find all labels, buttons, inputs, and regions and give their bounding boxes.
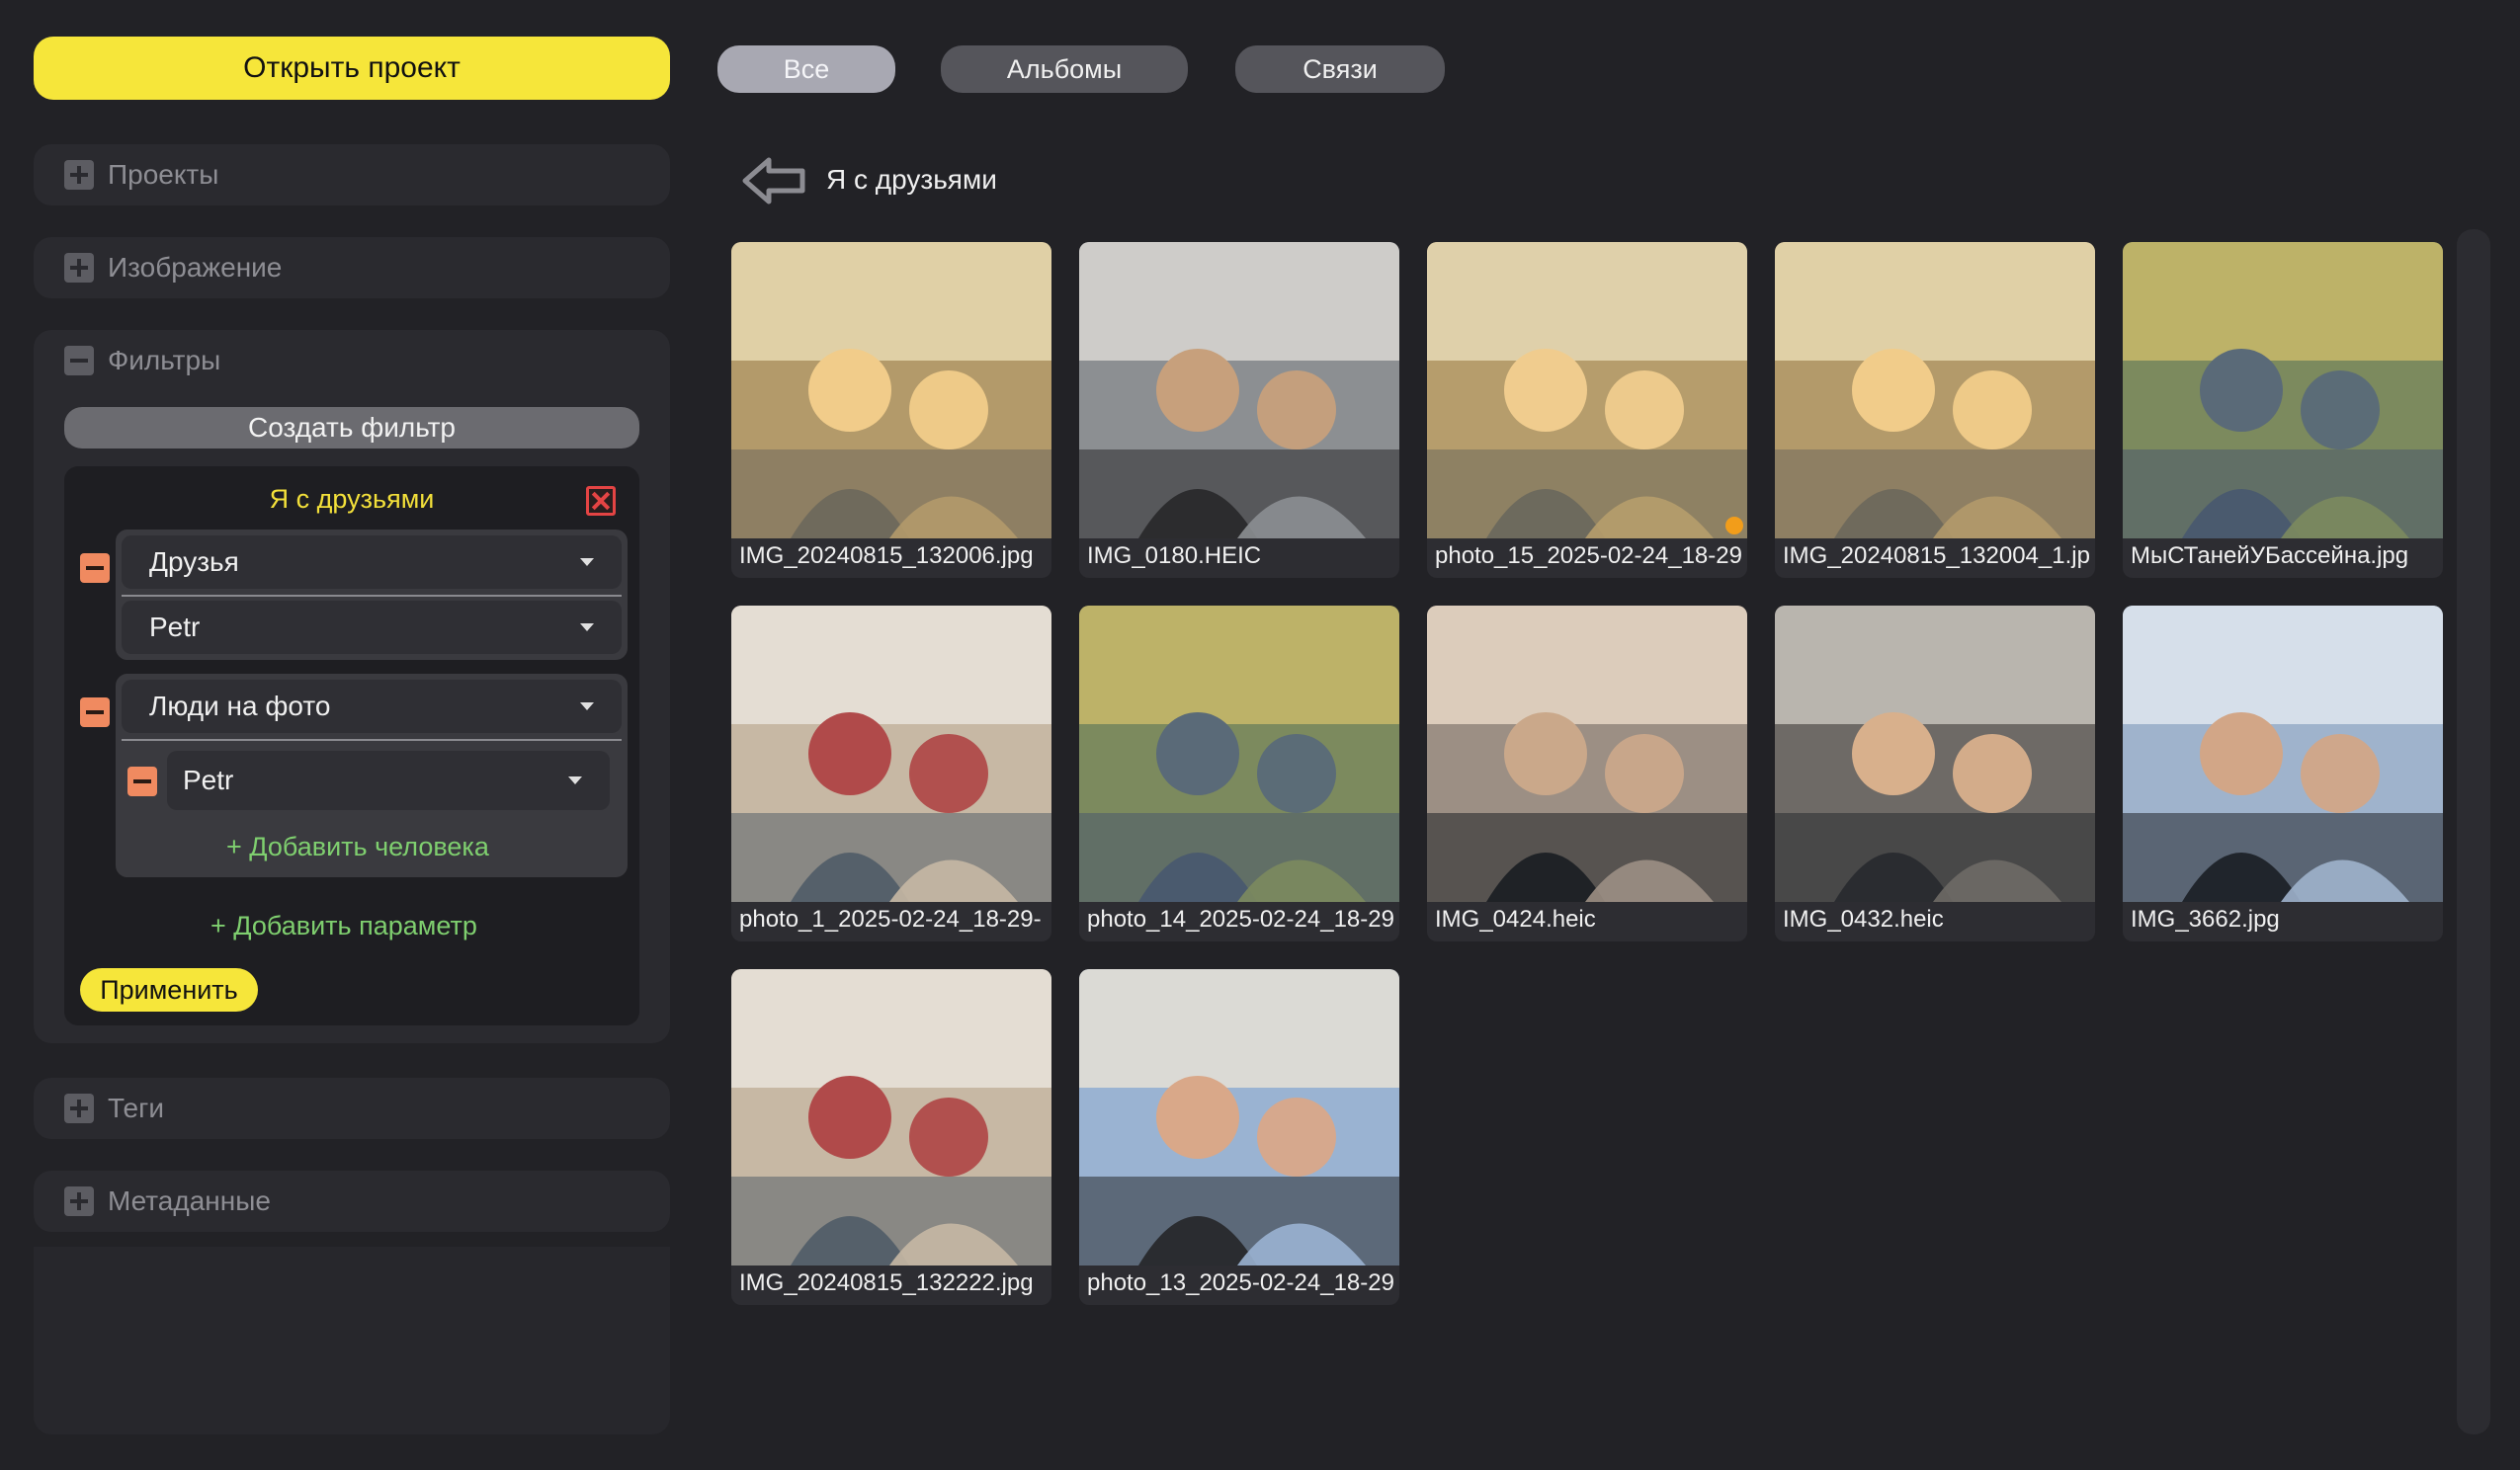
caret-down-icon — [580, 702, 594, 710]
photo-thumbnail — [731, 606, 1051, 902]
photo-filename: photo_15_2025-02-24_18-29 — [1435, 542, 1742, 569]
caret-down-icon — [568, 776, 582, 784]
param-value-select[interactable]: Petr — [122, 601, 622, 654]
divider — [122, 739, 622, 741]
expand-icon — [64, 1094, 94, 1123]
person-select[interactable]: Petr — [167, 751, 610, 810]
photo-filename: IMG_0424.heic — [1435, 906, 1596, 933]
param-field-value: Друзья — [149, 546, 239, 577]
photo-filename: IMG_20240815_132006.jpg — [739, 542, 1034, 569]
photo-thumbnail — [731, 969, 1051, 1266]
section-metadata-label: Метаданные — [108, 1185, 271, 1216]
section-image-label: Изображение — [108, 252, 283, 283]
add-person-link[interactable]: + Добавить человека — [226, 832, 489, 862]
collapse-icon — [64, 346, 94, 375]
photo-tile[interactable]: IMG_0432.heic — [1775, 606, 2095, 941]
back-arrow-icon[interactable] — [741, 156, 806, 205]
scrollbar[interactable] — [2457, 229, 2490, 1434]
tab-links[interactable]: Связи — [1235, 45, 1445, 93]
photo-tile[interactable]: IMG_3662.jpg — [2123, 606, 2443, 941]
photo-filename: IMG_20240815_132222.jpg — [739, 1269, 1034, 1296]
photo-filename: photo_1_2025-02-24_18-29- — [739, 906, 1042, 933]
section-tags[interactable]: Теги — [34, 1078, 670, 1139]
expand-icon — [64, 160, 94, 190]
filter-name: Я с друзьями — [269, 484, 435, 514]
photo-filename: IMG_0432.heic — [1783, 906, 1944, 933]
photo-filename: IMG_3662.jpg — [2131, 906, 2280, 933]
photo-tile[interactable]: photo_15_2025-02-24_18-29 — [1427, 242, 1747, 578]
param-group-people: Люди на фото Petr + Добавить человека — [116, 674, 628, 877]
expand-icon — [64, 253, 94, 283]
photo-tile[interactable]: IMG_20240815_132222.jpg — [731, 969, 1051, 1305]
photo-tile[interactable]: IMG_0180.HEIC — [1079, 242, 1399, 578]
photo-thumbnail — [2123, 242, 2443, 538]
divider — [122, 595, 622, 597]
photo-tile[interactable]: IMG_20240815_132004_1.jp — [1775, 242, 2095, 578]
tab-all[interactable]: Все — [717, 45, 895, 93]
sidebar-empty-area — [34, 1247, 670, 1434]
caret-down-icon — [580, 623, 594, 631]
remove-param-button[interactable] — [80, 553, 110, 583]
photo-tile[interactable]: IMG_0424.heic — [1427, 606, 1747, 941]
photo-thumbnail — [731, 242, 1051, 538]
param-field-select[interactable]: Люди на фото — [122, 680, 622, 733]
photo-filename: IMG_20240815_132004_1.jp — [1783, 542, 2090, 569]
photo-tile[interactable]: photo_1_2025-02-24_18-29- — [731, 606, 1051, 941]
param-value: Petr — [149, 612, 201, 642]
delete-filter-icon[interactable] — [586, 486, 616, 516]
apply-button[interactable]: Применить — [80, 968, 258, 1012]
photo-tile[interactable]: МыСТанейУБассейна.jpg — [2123, 242, 2443, 578]
photo-tile[interactable]: photo_13_2025-02-24_18-29 — [1079, 969, 1399, 1305]
photo-thumbnail — [1775, 606, 2095, 902]
section-filters-label: Фильтры — [108, 345, 221, 375]
param-group-friends: Друзья Petr — [116, 530, 628, 660]
filters-panel: Фильтры Создать фильтр Я с друзьями Друз… — [34, 330, 670, 1043]
section-metadata[interactable]: Метаданные — [34, 1171, 670, 1232]
add-param-link[interactable]: + Добавить параметр — [210, 911, 477, 941]
remove-param-button[interactable] — [80, 697, 110, 727]
section-projects[interactable]: Проекты — [34, 144, 670, 205]
remove-person-button[interactable] — [127, 767, 157, 796]
section-image[interactable]: Изображение — [34, 237, 670, 298]
section-projects-label: Проекты — [108, 159, 219, 190]
tab-albums[interactable]: Альбомы — [941, 45, 1188, 93]
photo-thumbnail — [1079, 969, 1399, 1266]
filter-card: Я с друзьями Друзья Petr Люди на фото Pe… — [64, 466, 639, 1025]
photo-filename: photo_13_2025-02-24_18-29 — [1087, 1269, 1394, 1296]
photo-tile[interactable]: IMG_20240815_132006.jpg — [731, 242, 1051, 578]
param-field-value: Люди на фото — [149, 691, 331, 721]
photo-filename: IMG_0180.HEIC — [1087, 542, 1262, 569]
section-filters[interactable]: Фильтры — [34, 330, 670, 391]
photo-tile[interactable]: photo_14_2025-02-24_18-29 — [1079, 606, 1399, 941]
photo-thumbnail — [1427, 242, 1747, 538]
person-value: Petr — [183, 765, 234, 795]
open-project-button[interactable]: Открыть проект — [34, 37, 670, 100]
param-field-select[interactable]: Друзья — [122, 535, 622, 589]
photo-thumbnail — [2123, 606, 2443, 902]
photo-thumbnail — [1079, 242, 1399, 538]
expand-icon — [64, 1186, 94, 1216]
status-dot — [1725, 517, 1743, 534]
album-title: Я с друзьями — [826, 164, 997, 195]
photo-filename: photo_14_2025-02-24_18-29 — [1087, 906, 1394, 933]
caret-down-icon — [580, 558, 594, 566]
create-filter-button[interactable]: Создать фильтр — [64, 407, 639, 449]
photo-thumbnail — [1775, 242, 2095, 538]
photo-thumbnail — [1427, 606, 1747, 902]
photo-thumbnail — [1079, 606, 1399, 902]
section-tags-label: Теги — [108, 1093, 164, 1123]
photo-filename: МыСТанейУБассейна.jpg — [2131, 542, 2409, 569]
